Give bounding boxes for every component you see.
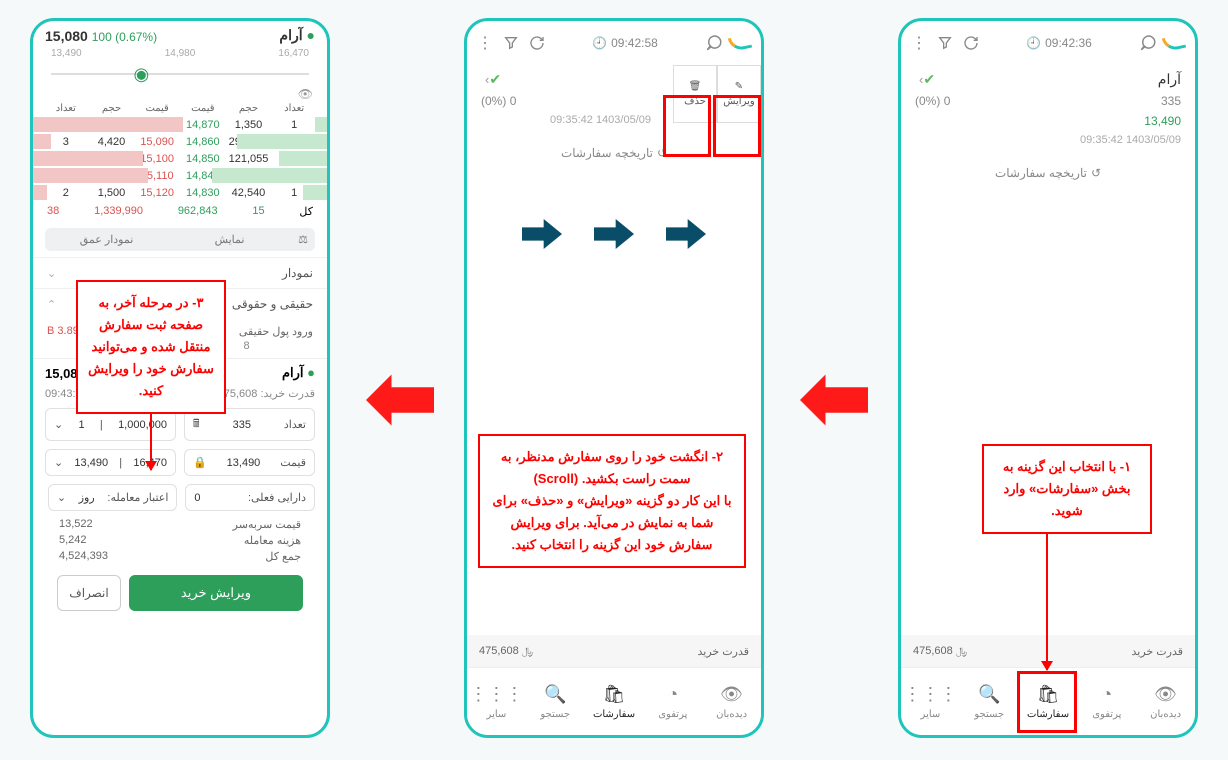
brand-swoosh-icon: [1162, 34, 1186, 52]
filter-icon[interactable]: [503, 35, 519, 51]
calc-icon: 🖩: [193, 415, 200, 434]
nav-watchlist[interactable]: 👁دیده‌بان: [702, 668, 761, 735]
order-history-link[interactable]: ↺تاریخچه سفارشات: [901, 166, 1195, 180]
history-icon: ↺: [1091, 166, 1101, 180]
more-icon[interactable]: ⋮: [477, 33, 493, 53]
chevron-down-icon: ⌄: [47, 267, 56, 280]
action-delete[interactable]: 🗑حذف: [673, 65, 717, 123]
nav-search[interactable]: 🔍جستجو: [960, 668, 1019, 735]
order-filled: 0 (0%): [915, 94, 950, 108]
trash-icon: 🗑: [689, 81, 702, 92]
chevron-down-icon: ⌄: [54, 456, 63, 469]
nav-watchlist[interactable]: 👁دیده‌بان: [1136, 668, 1195, 735]
symbol-header: ● آرام 15,080 100 (0.67%): [33, 21, 327, 46]
chevron-down-icon: ⌄: [54, 418, 63, 431]
refresh-icon[interactable]: [963, 35, 979, 51]
search-icon: 🔍: [978, 684, 1000, 705]
asset-field: دارایی فعلی:0: [185, 484, 315, 511]
chevron-down-icon: ⌄: [57, 491, 66, 504]
nav-orders[interactable]: 🛍سفارشات: [585, 668, 644, 735]
screen-orders-list: ⋮ 🕘 09:42:36 آرام ✔› 335 0 (0%) 13,490 14…: [898, 18, 1198, 738]
eye-icon: 👁: [720, 684, 743, 705]
nav-portfolio[interactable]: ◔پرتفوی: [643, 668, 702, 735]
callout-step2: ۲- انگشت خود را روی سفارش مدنظر، به سمت …: [478, 434, 746, 568]
pie-icon: ◔: [1101, 684, 1112, 705]
nav-other[interactable]: ⋮⋮⋮سایر: [467, 668, 526, 735]
depth-row: 142,54014,83015,1201,5002: [33, 184, 327, 201]
orders-icon: 🛍: [603, 684, 626, 705]
depth-tabs[interactable]: ⚖نمایشنمودار عمق: [45, 228, 315, 251]
submit-edit-button[interactable]: ویرایش خرید: [129, 575, 303, 611]
nav-search[interactable]: 🔍جستجو: [526, 668, 585, 735]
history-icon: ↺: [657, 146, 667, 160]
clock-text: 09:42:36: [1045, 36, 1092, 50]
flow-arrow: [366, 372, 434, 428]
depth-row: 1387,52214,84015,110384,4572: [33, 167, 327, 184]
callout-step3: ۳- در مرحله آخر، به صفحه ثبت سفارش منتقل…: [76, 280, 226, 414]
chevron-up-icon: ⌃: [47, 298, 56, 311]
grid-icon: ⋮⋮⋮: [469, 684, 523, 705]
watch-icon[interactable]: 👁: [33, 87, 327, 101]
order-qty: 335: [1161, 94, 1181, 108]
order-item[interactable]: آرام ✔› 335 0 (0%) 13,490 1403/05/09 09:…: [901, 65, 1195, 148]
buying-power-label: قدرت خرید: [1132, 645, 1183, 658]
clock-text: 09:42:58: [611, 36, 658, 50]
more-icon[interactable]: ⋮: [911, 33, 927, 53]
action-edit[interactable]: ✎ویرایش: [717, 65, 761, 123]
depth-total: کل 15 962,843 1,339,990 38: [33, 201, 327, 222]
price-slider[interactable]: ◉: [51, 61, 309, 87]
bottom-nav: 👁دیده‌بان ◔پرتفوی 🛍سفارشات 🔍جستجو ⋮⋮⋮سای…: [467, 667, 761, 735]
chat-icon[interactable]: [1139, 34, 1157, 52]
cancel-button[interactable]: انصراف: [57, 575, 121, 611]
nav-orders[interactable]: 🛍سفارشات: [1019, 668, 1078, 735]
filter-icon[interactable]: [937, 35, 953, 51]
price-axis: 13,49014,98016,470: [33, 46, 327, 61]
last-price: 15,080: [45, 28, 88, 44]
screen-orders-swipe: ⋮ 🕘 09:42:58 🗑حذف ✎ویرایش ✔› 0 (0%) 1403/…: [464, 18, 764, 738]
order-filled: 0 (0%): [481, 94, 516, 108]
callout-step1: ۱- با انتخاب این گزینه به بخش «سفارشات» …: [982, 444, 1152, 534]
swipe-actions: 🗑حذف ✎ویرایش: [673, 65, 761, 123]
price-field[interactable]: قیمت13,490🔒: [184, 449, 315, 476]
nav-portfolio[interactable]: ◔پرتفوی: [1077, 668, 1136, 735]
refresh-icon[interactable]: [529, 35, 545, 51]
check-icon: ✔: [489, 71, 501, 87]
depth-header: تعدادحجمقیمت قیمتحجمتعداد: [33, 101, 327, 116]
buying-power-value: 475,608: [913, 645, 953, 657]
order-symbol: آرام: [1158, 71, 1181, 88]
order-item-swiped[interactable]: 🗑حذف ✎ویرایش ✔› 0 (0%) 1403/05/09 09:35:…: [467, 65, 761, 128]
search-icon: 🔍: [544, 684, 566, 705]
order-timestamp: 1403/05/09 09:35:42: [481, 114, 651, 126]
order-history-link[interactable]: ↺تاریخچه سفارشات: [467, 146, 761, 160]
grid-icon: ⋮⋮⋮: [903, 684, 957, 705]
lock-icon: 🔒: [193, 456, 207, 469]
clock-icon: 🕘: [1026, 36, 1041, 50]
depth-row: 11,35014,87015,080547,28013: [33, 116, 327, 133]
clock-icon: 🕘: [592, 36, 607, 50]
edit-icon: ✎: [735, 81, 743, 92]
order-summary: قیمت سربه‌سر13,522 هزینه معامله5,242 جمع…: [45, 511, 315, 567]
credit-field[interactable]: اعتبار معامله:روز⌄: [48, 484, 178, 511]
order-timestamp: 1403/05/09 09:35:42: [915, 134, 1181, 146]
brand-swoosh-icon: [728, 34, 752, 52]
depth-row: 1121,05514,85015,100372,3004: [33, 150, 327, 167]
buying-power-bar: قدرت خرید 475,608 ﷼: [467, 635, 761, 667]
topbar: ⋮ 🕘 09:42:58: [467, 21, 761, 65]
depth-row: 2295,25114,86015,0904,4203: [33, 133, 327, 150]
flow-arrow: [800, 372, 868, 428]
nav-other[interactable]: ⋮⋮⋮سایر: [901, 668, 960, 735]
chat-icon[interactable]: [705, 34, 723, 52]
price-change: 100 (0.67%): [92, 30, 157, 44]
orders-icon: 🛍: [1037, 684, 1060, 705]
bottom-nav: 👁دیده‌بان ◔پرتفوی 🛍سفارشات 🔍جستجو ⋮⋮⋮سای…: [901, 667, 1195, 735]
check-icon: ✔: [923, 71, 935, 87]
order-price: 13,490: [1144, 114, 1181, 128]
eye-icon: 👁: [1154, 684, 1177, 705]
pie-icon: ◔: [667, 684, 678, 705]
topbar: ⋮ 🕘 09:42:36: [901, 21, 1195, 65]
swipe-hint-arrows: [467, 219, 761, 249]
slider-knob-icon: ◉: [134, 64, 150, 85]
symbol-name: آرام: [279, 27, 302, 43]
